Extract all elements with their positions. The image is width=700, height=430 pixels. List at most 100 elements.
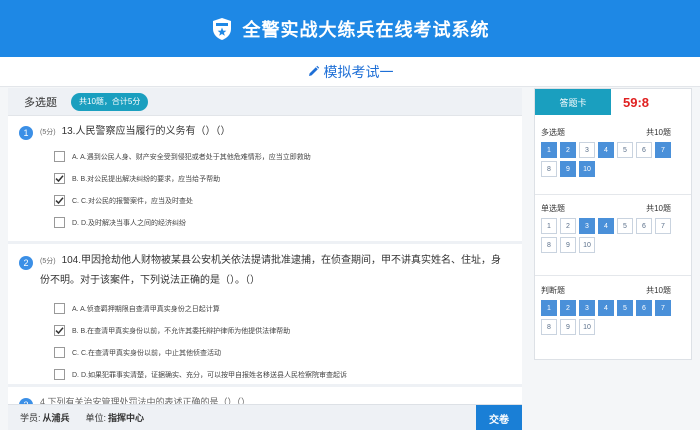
answer-group-single: 单选题 共10题 1 2 3 4 5 6 7 8 9 10 xyxy=(535,201,691,256)
answer-cell[interactable]: 1 xyxy=(541,300,557,316)
question-item: 2 (5分) 104.甲因抢劫他人财物被某县公安机关依法提请批准逮捕，在侦查期间，… xyxy=(8,246,522,381)
answer-cell[interactable]: 6 xyxy=(636,218,652,234)
option-c[interactable]: C. C.在查清甲真实身份以前，中止其他侦查活动 xyxy=(54,347,221,358)
option-label: A. A.侦查羁押期限自查清甲真实身份之日起计算 xyxy=(72,305,220,313)
pencil-icon xyxy=(308,65,319,76)
answer-cell[interactable]: 3 xyxy=(579,142,595,158)
checkmark-icon xyxy=(55,175,64,183)
answer-cell[interactable]: 6 xyxy=(636,300,652,316)
option-label: A. A.遇到公民人身、财产安全受到侵犯或者处于其他危难情形，应当立即救助 xyxy=(72,153,311,161)
checkbox[interactable] xyxy=(54,173,65,184)
question-number: 1 xyxy=(19,126,33,140)
police-shield-icon xyxy=(212,17,231,40)
unit-label: 单位: xyxy=(85,413,107,423)
question-text: 13.人民警察应当履行的义务有（）（） xyxy=(61,126,231,137)
answer-cell[interactable]: 2 xyxy=(560,218,576,234)
option-a[interactable]: A. A.遇到公民人身、财产安全受到侵犯或者处于其他危难情形，应当立即救助 xyxy=(54,151,311,162)
option-d[interactable]: D. D.如果犯罪事实清楚，证据确实、充分，可以按甲自报姓名移送县人民检察院审查… xyxy=(54,369,347,380)
answer-cells: 1 2 3 4 5 6 7 8 9 10 xyxy=(535,218,691,256)
question-divider xyxy=(8,241,522,244)
group-title: 判断题 xyxy=(541,285,565,295)
question-divider xyxy=(8,384,522,387)
group-count: 共10题 xyxy=(646,203,671,213)
submit-button[interactable]: 交卷 xyxy=(476,405,522,430)
section-header: 多选题 共10题，合计5分 xyxy=(8,88,522,116)
group-divider xyxy=(535,194,691,195)
option-b[interactable]: B. B.在查清甲真实身份以前，不允许其委托辩护律师为他提供法律帮助 xyxy=(54,325,290,336)
answer-group-judge: 判断题 共10题 1 2 3 4 5 6 7 8 9 10 xyxy=(535,283,691,338)
answer-card-header: 答题卡 59:8 xyxy=(535,89,691,115)
checkmark-icon xyxy=(55,197,64,205)
answer-cell[interactable]: 1 xyxy=(541,142,557,158)
answer-cell[interactable]: 3 xyxy=(579,300,595,316)
answer-cell[interactable]: 7 xyxy=(655,142,671,158)
option-label: C. C.对公民的报警案件，应当及时查处 xyxy=(72,197,193,205)
countdown-timer: 59:8 xyxy=(623,94,650,110)
answer-cell[interactable]: 2 xyxy=(560,142,576,158)
answer-cell[interactable]: 6 xyxy=(636,142,652,158)
checkbox[interactable] xyxy=(54,195,65,206)
answer-cell[interactable]: 10 xyxy=(579,161,595,177)
answer-cell[interactable]: 1 xyxy=(541,218,557,234)
question-score: (5分) xyxy=(40,258,56,265)
exam-name: 模拟考试一 xyxy=(323,63,394,80)
answer-cells: 1 2 3 4 5 6 7 8 9 10 xyxy=(535,142,691,180)
answer-cell[interactable]: 3 xyxy=(579,218,595,234)
checkbox[interactable] xyxy=(54,369,65,380)
option-label: C. C.在查清甲真实身份以前，中止其他侦查活动 xyxy=(72,349,221,357)
answer-cell[interactable]: 7 xyxy=(655,300,671,316)
question-score: (5分) xyxy=(40,129,56,136)
student-label: 学员: xyxy=(20,413,41,423)
option-b[interactable]: B. B.对公民提出解决纠纷的要求，应当给予帮助 xyxy=(54,173,220,184)
answer-cell[interactable]: 9 xyxy=(560,237,576,253)
answer-cell[interactable]: 9 xyxy=(560,319,576,335)
answer-cell[interactable]: 4 xyxy=(598,218,614,234)
question-item: 1 (5分) 13.人民警察应当履行的义务有（）（） A. A.遇到公民人身、财产… xyxy=(8,116,522,236)
option-a[interactable]: A. A.侦查羁押期限自查清甲真实身份之日起计算 xyxy=(54,303,220,314)
checkbox[interactable] xyxy=(54,217,65,228)
section-badge: 共10题，合计5分 xyxy=(71,92,149,111)
option-d[interactable]: D. D.及时解决当事人之间的经济纠纷 xyxy=(54,217,186,228)
question-panel[interactable]: 多选题 共10题，合计5分 1 (5分) 13.人民警察应当履行的义务有（）（） … xyxy=(8,88,522,430)
answer-cell[interactable]: 8 xyxy=(541,237,557,253)
checkbox[interactable] xyxy=(54,303,65,314)
answer-cell[interactable]: 8 xyxy=(541,161,557,177)
group-divider xyxy=(535,275,691,276)
answer-cell[interactable]: 10 xyxy=(579,319,595,335)
answer-cell[interactable]: 8 xyxy=(541,319,557,335)
app-header: 全警实战大练兵在线考试系统 xyxy=(0,0,700,57)
section-title: 多选题 xyxy=(24,96,57,109)
student-name: 从浦兵 xyxy=(42,413,70,423)
option-c[interactable]: C. C.对公民的报警案件，应当及时查处 xyxy=(54,195,193,206)
answer-cell[interactable]: 5 xyxy=(617,300,633,316)
question-text: 104.甲因抢劫他人财物被某县公安机关依法提请批准逮捕，在侦查期间，甲不讲真实姓… xyxy=(40,255,502,286)
answer-group-multiple: 多选题 共10题 1 2 3 4 5 6 7 8 9 10 xyxy=(535,125,691,180)
group-title: 单选题 xyxy=(541,203,565,213)
answer-cell[interactable]: 4 xyxy=(598,300,614,316)
checkbox[interactable] xyxy=(54,325,65,336)
group-count: 共10题 xyxy=(646,127,671,137)
checkbox[interactable] xyxy=(54,347,65,358)
app-title: 全警实战大练兵在线考试系统 xyxy=(242,19,490,40)
answer-cell[interactable]: 4 xyxy=(598,142,614,158)
question-number: 2 xyxy=(19,256,33,270)
answer-cell[interactable]: 7 xyxy=(655,218,671,234)
option-label: D. D.如果犯罪事实清楚，证据确实、充分，可以按甲自报姓名移送县人民检察院审查… xyxy=(72,371,347,379)
answer-cells: 1 2 3 4 5 6 7 8 9 10 xyxy=(535,300,691,338)
option-label: D. D.及时解决当事人之间的经济纠纷 xyxy=(72,219,186,227)
answer-cell[interactable]: 9 xyxy=(560,161,576,177)
answer-cell[interactable]: 5 xyxy=(617,142,633,158)
option-label: B. B.对公民提出解决纠纷的要求，应当给予帮助 xyxy=(72,175,221,183)
checkmark-icon xyxy=(55,327,64,335)
option-label: B. B.在查清甲真实身份以前，不允许其委托辩护律师为他提供法律帮助 xyxy=(72,327,291,335)
footer-bar: 学员: 从浦兵 单位: 指挥中心 交卷 xyxy=(8,404,522,430)
answer-card-tab[interactable]: 答题卡 xyxy=(535,89,611,115)
answer-cell[interactable]: 10 xyxy=(579,237,595,253)
answer-cell[interactable]: 5 xyxy=(617,218,633,234)
group-count: 共10题 xyxy=(646,285,671,295)
question-stem: (5分) 13.人民警察应当履行的义务有（）（） xyxy=(40,122,510,142)
answer-cell[interactable]: 2 xyxy=(560,300,576,316)
answer-card-panel: 答题卡 59:8 多选题 共10题 1 2 3 4 5 6 7 8 9 10 单选题 共10题 123… xyxy=(534,88,692,360)
group-title: 多选题 xyxy=(541,127,565,137)
checkbox[interactable] xyxy=(54,151,65,162)
